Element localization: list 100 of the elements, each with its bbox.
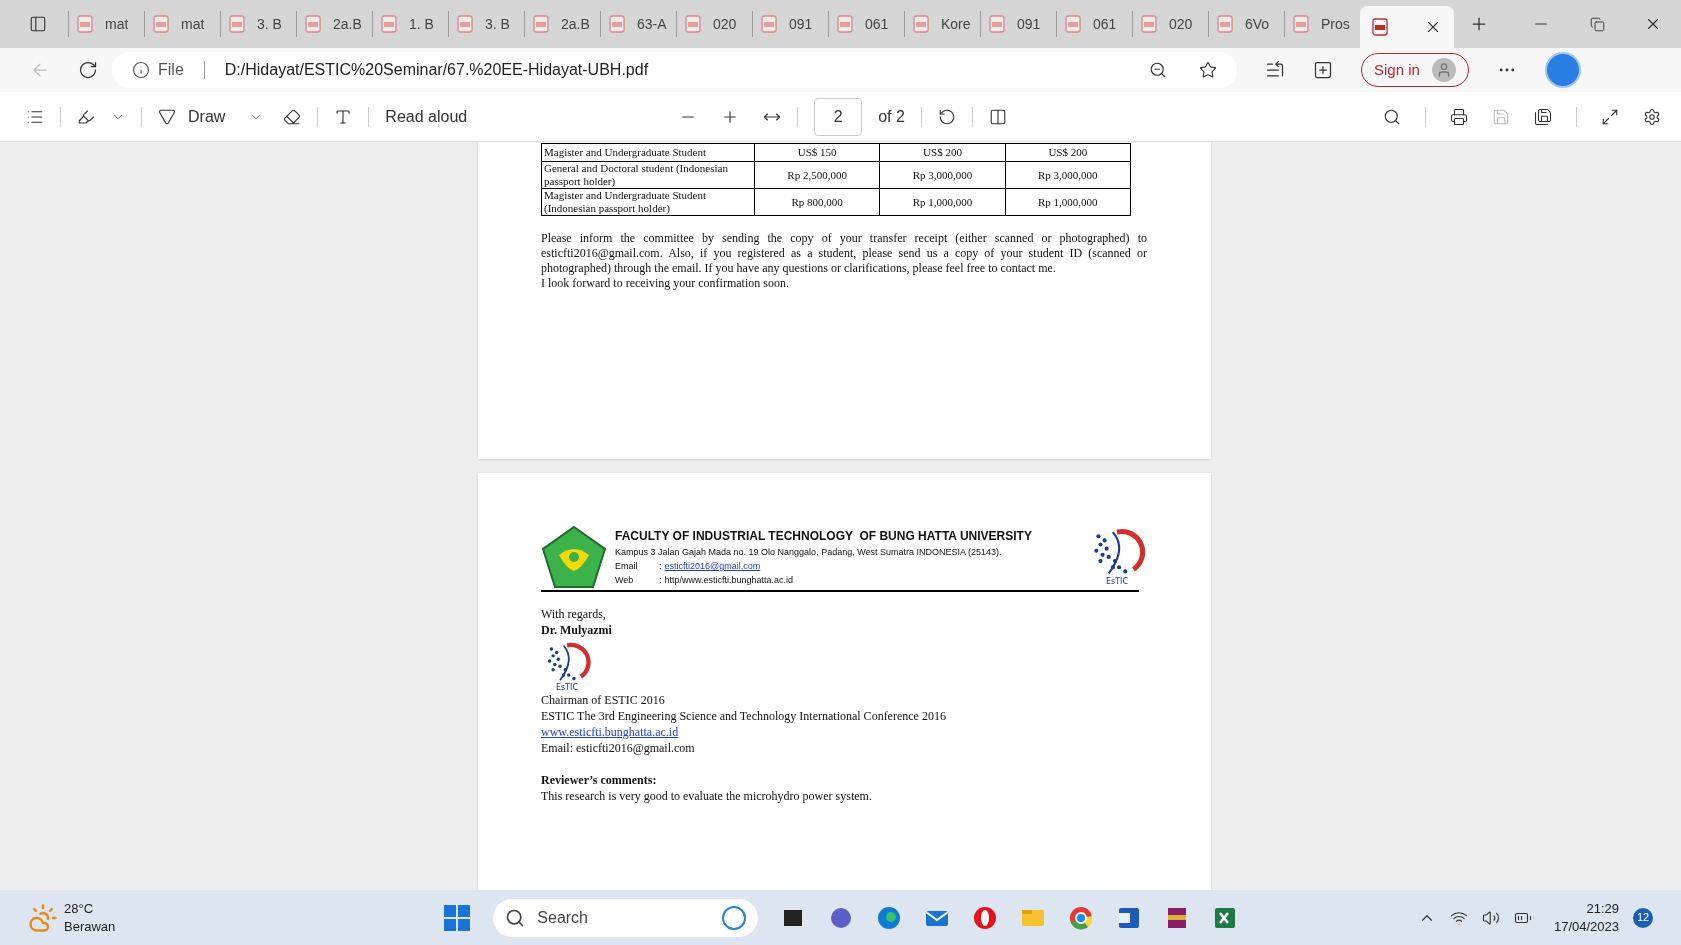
pdf-file-icon xyxy=(837,15,853,33)
pdf-file-icon xyxy=(609,15,625,33)
reviewer-heading: Reviewer’s comments: xyxy=(541,771,658,788)
reload-icon[interactable] xyxy=(78,60,98,80)
pdf-file-icon xyxy=(1372,18,1388,36)
volume-icon[interactable] xyxy=(1481,908,1500,927)
table-cell: Rp 1,000,000 xyxy=(879,188,1006,216)
contact-colon: : xyxy=(659,574,662,587)
table-cell: Rp 3,000,000 xyxy=(879,161,1006,189)
reviewer-comment: This research is very good to evaluate the microhydro power system. xyxy=(541,787,873,804)
clock-date: 17/04/2023 xyxy=(1553,917,1619,936)
website-link[interactable]: www.esticfti.bunghatta.ac.id xyxy=(541,724,679,739)
info-icon xyxy=(132,61,150,79)
browser-tab[interactable]: Pros xyxy=(1284,11,1360,37)
browser-tab[interactable]: mat xyxy=(68,11,144,37)
sidebar-icon[interactable] xyxy=(29,15,47,33)
table-cell: Rp 2,500,000 xyxy=(754,161,880,189)
zoom-out-icon[interactable] xyxy=(1149,61,1167,79)
university-emblem-icon xyxy=(541,525,607,589)
page-count: of 2 xyxy=(878,106,905,127)
browser-tab[interactable]: mat xyxy=(144,11,220,37)
fullscreen-icon[interactable] xyxy=(1601,107,1619,126)
weather-condition: Berawan xyxy=(64,917,116,936)
faculty-address: Kampus 3 Jalan Gajah Mada no. 19 Olo Nanggalo, Padang, West Sumatra INDONESIA (25143). xyxy=(615,546,1003,559)
pdf-file-icon xyxy=(305,15,321,33)
pdf-file-icon xyxy=(913,15,929,33)
signature-line: Email: esticfti2016@gmail.com xyxy=(541,739,696,756)
restore-icon[interactable] xyxy=(1589,16,1605,32)
pdf-file-icon xyxy=(1217,15,1233,33)
table-cell: General and Doctoral student (Indonesian passport holder) xyxy=(541,161,755,189)
start-icon[interactable] xyxy=(443,903,472,932)
email-link[interactable]: esticfti2016@gmail.com xyxy=(664,559,761,573)
pdf-file-icon xyxy=(761,15,777,33)
table-cell: US$ 200 xyxy=(1005,143,1131,162)
opera-app-icon[interactable] xyxy=(972,904,999,931)
browser-tab[interactable]: 2a.B xyxy=(524,11,600,37)
table-cell: Rp 3,000,000 xyxy=(1005,161,1131,189)
table-cell: Rp 800,000 xyxy=(754,188,880,216)
eraser-icon[interactable] xyxy=(283,107,302,126)
table-cell: Rp 1,000,000 xyxy=(1005,188,1131,216)
pdf-file-icon xyxy=(1141,15,1157,33)
browser-tab[interactable]: 3. B xyxy=(448,11,524,37)
browser-tab[interactable]: 061 xyxy=(1056,11,1132,37)
signature-line: ESTIC The 3rd Engineering Science and Technology International Conference 2016 xyxy=(541,707,947,724)
address-field[interactable]: File D:/Hidayat/ESTIC%20Seminar/67.%20EE-Hidayat-UBH.pdf xyxy=(112,52,1237,88)
chrome-app-icon[interactable] xyxy=(1068,904,1095,931)
draw-button[interactable]: Draw xyxy=(158,104,226,129)
highlighter-icon[interactable] xyxy=(77,107,95,126)
contact-label: Web xyxy=(615,574,635,587)
logo-caption: EsTIC xyxy=(555,683,579,692)
pdf-file-icon xyxy=(685,15,701,33)
contact-value: http/www.esticfti.bunghatta.ac.id xyxy=(664,574,794,587)
page-number-field[interactable]: 2 xyxy=(814,97,863,136)
body-paragraph: Please inform the committee by sending the copy of your transfer receipt (either scanned or photographed) to esticfti2016@gmail.com. Also, if you registered as a student, please send us a copy of your student ID (scanned or photographed) through the email. If you have any questions or clarifications, please feel free to contact me. xyxy=(541,231,1147,276)
signer-name: Dr. Mulyazmi xyxy=(541,622,613,638)
browser-tab[interactable]: 3. B xyxy=(220,11,296,37)
browser-tab[interactable]: 1. B xyxy=(372,11,448,37)
search-icon xyxy=(505,907,526,928)
browser-tab[interactable]: Kore xyxy=(904,11,980,37)
contact-colon: : xyxy=(659,560,662,573)
notification-badge[interactable]: 12 xyxy=(1633,907,1653,928)
settings-icon[interactable] xyxy=(1643,107,1661,126)
collections-icon[interactable] xyxy=(1313,60,1333,80)
body-paragraph: I look forward to receiving your confirmation soon. xyxy=(541,276,790,291)
browser-tab[interactable]: 020 xyxy=(1132,11,1208,37)
logo-caption: EsTIC xyxy=(1105,577,1129,586)
temperature-text: 28°C xyxy=(64,899,95,918)
pdf-file-icon xyxy=(381,15,397,33)
table-cell: US$ 200 xyxy=(879,143,1006,162)
pdf-file-icon xyxy=(1293,15,1309,33)
rotate-icon[interactable] xyxy=(937,107,956,126)
save-as-icon[interactable] xyxy=(1534,107,1552,126)
browser-tab[interactable]: 061 xyxy=(828,11,904,37)
browser-tab[interactable]: 020 xyxy=(676,11,752,37)
table-cell: Magister and Undergraduate Student (Indonesian passport holder) xyxy=(541,188,755,216)
browser-tab[interactable]: 091 xyxy=(980,11,1056,37)
browser-tab[interactable]: 6Vo xyxy=(1208,11,1284,37)
table-cell: US$ 150 xyxy=(754,143,880,162)
edge-app-icon[interactable] xyxy=(876,904,903,931)
closing-text: With regards, xyxy=(541,606,607,622)
browser-tab[interactable]: 091 xyxy=(752,11,828,37)
clock-time: 21:29 xyxy=(1585,899,1619,918)
browser-tab[interactable] xyxy=(1360,6,1454,48)
add-favorite-icon[interactable] xyxy=(1199,61,1217,79)
page-view-icon[interactable] xyxy=(988,107,1007,126)
search-icon[interactable] xyxy=(1383,107,1401,126)
read-aloud-button[interactable]: Read aloud xyxy=(385,104,468,129)
table-cell: Magister and Undergraduate Student xyxy=(541,143,755,162)
browser-tab[interactable]: 2a.B xyxy=(296,11,372,37)
contact-label: Email xyxy=(615,560,639,573)
print-icon[interactable] xyxy=(1450,107,1468,126)
pdf-file-icon xyxy=(77,15,93,33)
search-field[interactable]: Search xyxy=(493,898,759,937)
browser-tab[interactable]: 63-A xyxy=(600,11,676,37)
text-box-icon[interactable] xyxy=(334,107,353,126)
faculty-title: FACULTY OF INDUSTRIAL TECHNOLOGY OF BUNG HATTA UNIVERSITY xyxy=(615,528,1033,545)
pdf-file-icon xyxy=(457,15,473,33)
pdf-file-icon xyxy=(153,15,169,33)
pdf-file-icon xyxy=(229,15,245,33)
signature-line: Chairman of ESTIC 2016 xyxy=(541,691,666,708)
